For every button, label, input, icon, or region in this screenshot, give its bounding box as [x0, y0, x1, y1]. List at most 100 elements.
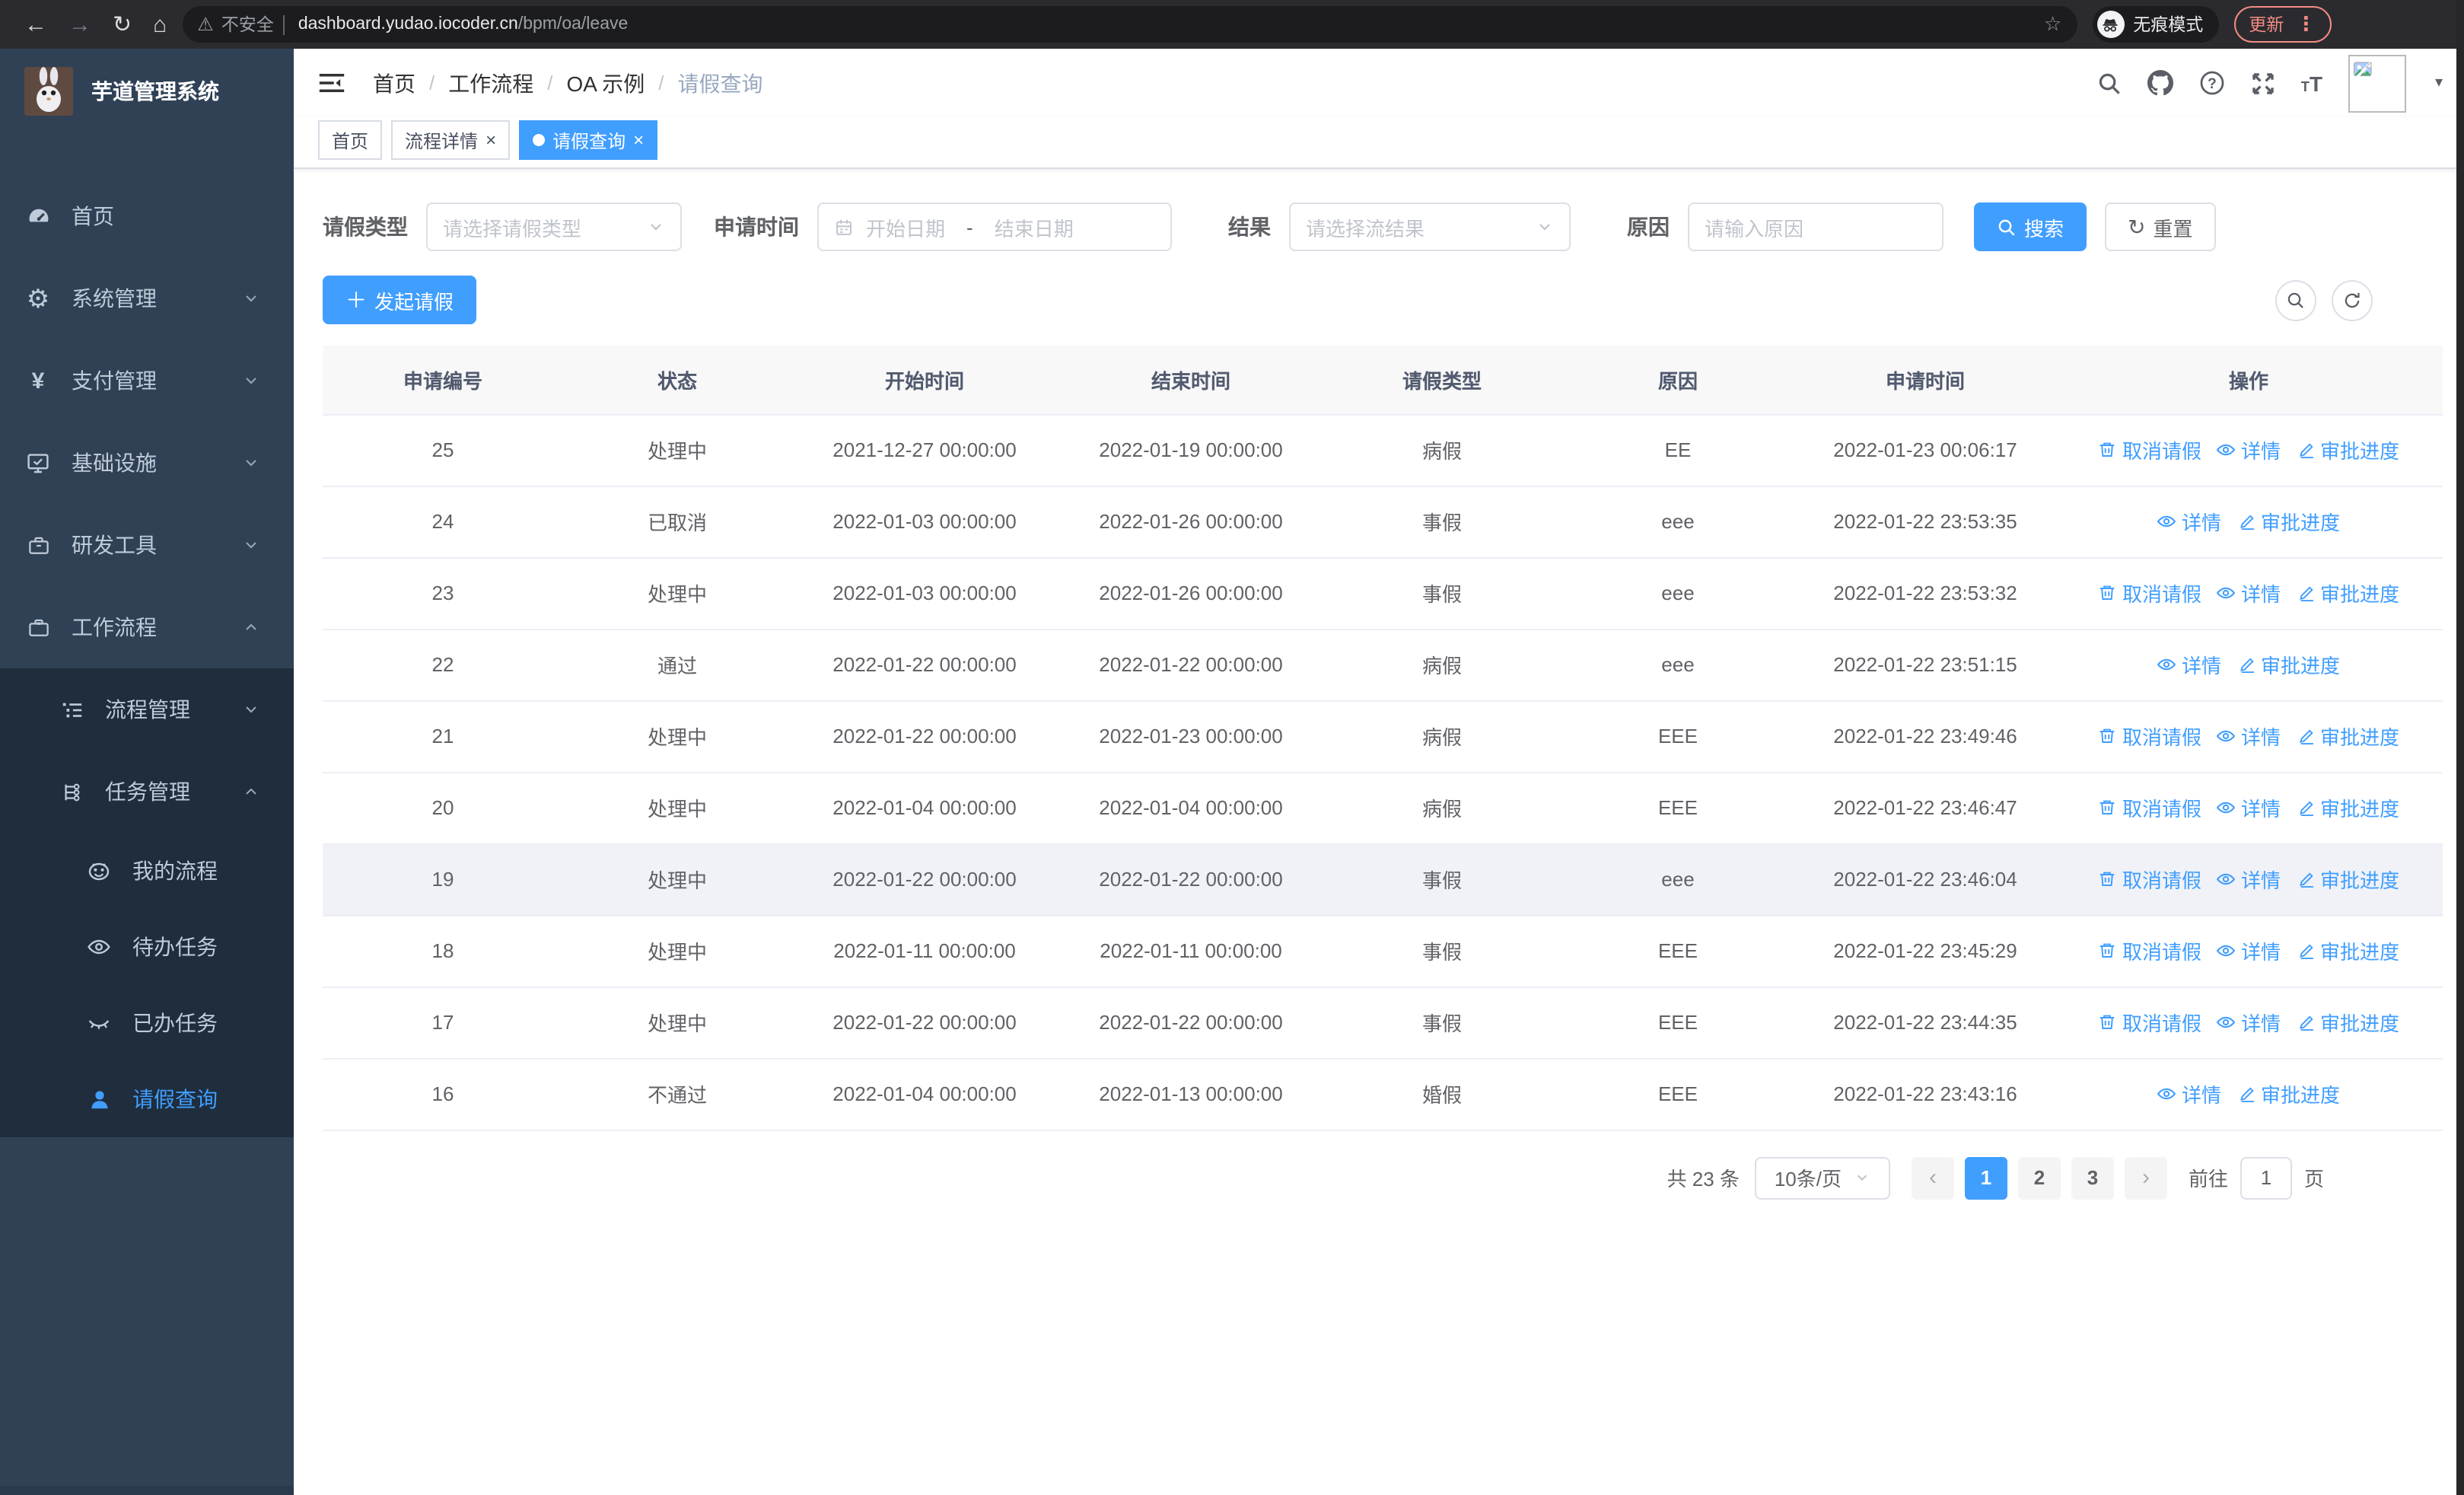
detail-action-link[interactable]: 详情 [2157, 1079, 2221, 1108]
detail-action-link[interactable]: 详情 [2217, 936, 2281, 965]
breadcrumb-item[interactable]: 首页 [373, 68, 415, 98]
apply-time-range-picker[interactable]: 开始日期 - 结束日期 [817, 202, 1172, 251]
breadcrumb-item[interactable]: OA 示例 [567, 68, 645, 98]
refresh-table-icon[interactable] [2332, 279, 2373, 320]
detail-action-link[interactable]: 详情 [2217, 793, 2281, 822]
table-row[interactable]: 22 通过 2022-01-22 00:00:00 2022-01-22 00:00:… [323, 629, 2443, 701]
table-row[interactable]: 18 处理中 2022-01-11 00:00:00 2022-01-11 00:00… [323, 915, 2443, 987]
detail-action-link[interactable]: 详情 [2157, 650, 2221, 679]
close-icon[interactable]: × [633, 129, 644, 151]
tab-流程详情[interactable]: 流程详情 × [391, 120, 511, 160]
detail-action-link[interactable]: 详情 [2217, 435, 2281, 464]
sidebar-item-done-tasks[interactable]: 已办任务 [0, 985, 294, 1061]
sidebar-item-home[interactable]: 首页 [0, 175, 294, 257]
tab-首页[interactable]: 首页 [318, 120, 383, 160]
fullscreen-icon[interactable] [2251, 71, 2275, 95]
update-button[interactable]: 更新 ⋮ [2233, 6, 2332, 43]
progress-action-link[interactable]: 审批进度 [2296, 865, 2399, 894]
cell-type: 病假 [1324, 414, 1560, 486]
sidebar-item-leave-query[interactable]: 请假查询 [0, 1061, 294, 1137]
cancel-action-link[interactable]: 取消请假 [2098, 435, 2201, 464]
detail-action-link[interactable]: 详情 [2217, 865, 2281, 894]
progress-action-link[interactable]: 审批进度 [2236, 507, 2340, 536]
cancel-action-link[interactable]: 取消请假 [2098, 936, 2201, 965]
page-button-3[interactable]: 3 [2071, 1156, 2114, 1199]
table-row[interactable]: 21 处理中 2022-01-22 00:00:00 2022-01-23 00:00… [323, 700, 2443, 773]
reason-input[interactable]: 请输入原因 [1688, 202, 1944, 251]
table-row[interactable]: 20 处理中 2022-01-04 00:00:00 2022-01-04 00:00… [323, 772, 2443, 844]
leave-type-select[interactable]: 请选择请假类型 [426, 202, 682, 251]
avatar-dropdown-icon[interactable]: ▾ [2435, 75, 2443, 91]
close-icon[interactable]: × [485, 129, 496, 151]
table-row[interactable]: 23 处理中 2022-01-03 00:00:00 2022-01-26 00:00… [323, 557, 2443, 630]
incognito-label: 无痕模式 [2133, 17, 2204, 35]
goto-page-input[interactable]: 1 [2240, 1156, 2292, 1199]
page-button-1[interactable]: 1 [1964, 1156, 2007, 1199]
home-icon[interactable]: ⌂ [153, 11, 167, 37]
sidebar-item-process-mgmt[interactable]: 流程管理 [0, 668, 294, 751]
search-button[interactable]: 搜索 [1974, 202, 2087, 251]
logo-row[interactable]: 芋道管理系统 [0, 49, 294, 134]
scrollbar[interactable] [2456, 0, 2464, 1495]
breadcrumb-item: 请假查询 [677, 71, 763, 95]
cancel-action-link[interactable]: 取消请假 [2098, 579, 2201, 607]
font-size-icon[interactable]: TT [2301, 71, 2322, 95]
progress-action-link[interactable]: 审批进度 [2236, 650, 2340, 679]
sidebar-item-my-process[interactable]: 我的流程 [0, 833, 294, 909]
next-page-button[interactable]: › [2124, 1156, 2167, 1199]
reload-icon[interactable]: ↻ [113, 11, 132, 38]
browser-menu-icon[interactable]: ⋮ [2296, 12, 2316, 37]
sidebar-item-payment-mgmt[interactable]: ¥ 支付管理 [0, 339, 294, 422]
sidebar-item-task-mgmt[interactable]: 任务管理 [0, 751, 294, 833]
help-icon[interactable]: ? [2199, 70, 2225, 96]
collapse-sidebar-icon[interactable] [318, 72, 345, 94]
progress-action-link[interactable]: 审批进度 [2236, 1079, 2340, 1108]
sidebar-item-system-mgmt[interactable]: ⚙ 系统管理 [0, 257, 294, 339]
sidebar-item-dev-tools[interactable]: 研发工具 [0, 504, 294, 586]
progress-action-link[interactable]: 审批进度 [2296, 936, 2399, 965]
tab-请假查询[interactable]: 请假查询 × [519, 120, 658, 160]
detail-action-link[interactable]: 详情 [2217, 722, 2281, 751]
detail-action-link[interactable]: 详情 [2217, 579, 2281, 607]
avatar[interactable] [2348, 54, 2406, 112]
table-row[interactable]: 16 不通过 2022-01-04 00:00:00 2022-01-13 00:00… [323, 1058, 2443, 1130]
breadcrumb-item[interactable]: 工作流程 [448, 68, 533, 98]
url-bar[interactable]: ⚠ 不安全 dashboard.yudao.iocoder.cn/bpm/oa/… [182, 6, 2077, 43]
result-select[interactable]: 请选择流结果 [1289, 202, 1571, 251]
cancel-action-link[interactable]: 取消请假 [2098, 1008, 2201, 1037]
detail-action-link[interactable]: 详情 [2157, 507, 2221, 536]
table-row[interactable]: 19 处理中 2022-01-22 00:00:00 2022-01-22 00:00… [323, 843, 2443, 916]
reset-button[interactable]: ↻ 重置 [2105, 202, 2216, 251]
create-leave-button[interactable]: ＋ 发起请假 [323, 276, 477, 324]
view-icon [2157, 512, 2177, 531]
chevron-up-icon [242, 783, 260, 801]
github-icon[interactable] [2147, 70, 2173, 96]
progress-action-link[interactable]: 审批进度 [2296, 793, 2399, 822]
cell-start: 2022-01-22 00:00:00 [791, 629, 1058, 701]
table-row[interactable]: 17 处理中 2022-01-22 00:00:00 2022-01-22 00:00… [323, 987, 2443, 1059]
cancel-action-link[interactable]: 取消请假 [2098, 865, 2201, 894]
prev-page-button[interactable]: ‹ [1911, 1156, 1954, 1199]
page-button-2[interactable]: 2 [2017, 1156, 2061, 1199]
bookmark-star-icon[interactable]: ☆ [2044, 12, 2061, 37]
sidebar-item-workflow[interactable]: 工作流程 [0, 586, 294, 668]
detail-action-link[interactable]: 详情 [2217, 1008, 2281, 1037]
progress-action-link[interactable]: 审批进度 [2296, 435, 2399, 464]
back-icon[interactable]: ← [24, 11, 47, 37]
progress-action-link[interactable]: 审批进度 [2296, 722, 2399, 751]
cancel-action-link[interactable]: 取消请假 [2098, 722, 2201, 751]
page-size-select[interactable]: 10条/页 [1754, 1156, 1890, 1199]
toggle-search-icon[interactable] [2275, 279, 2316, 320]
table-row[interactable]: 24 已取消 2022-01-03 00:00:00 2022-01-26 00:00… [323, 486, 2443, 558]
security-warning-icon[interactable]: ⚠ [197, 14, 214, 35]
cell-actions: 详情 审批进度 [2055, 1058, 2443, 1130]
search-icon[interactable] [2097, 71, 2122, 95]
sidebar-item-infrastructure[interactable]: 基础设施 [0, 422, 294, 504]
progress-action-link[interactable]: 审批进度 [2296, 579, 2399, 607]
monitor-icon [24, 451, 52, 475]
sidebar-item-todo-tasks[interactable]: 待办任务 [0, 909, 294, 985]
cancel-action-link[interactable]: 取消请假 [2098, 793, 2201, 822]
forward-icon[interactable]: → [68, 11, 91, 37]
table-row[interactable]: 25 处理中 2021-12-27 00:00:00 2022-01-19 00:00… [323, 414, 2443, 486]
progress-action-link[interactable]: 审批进度 [2296, 1008, 2399, 1037]
